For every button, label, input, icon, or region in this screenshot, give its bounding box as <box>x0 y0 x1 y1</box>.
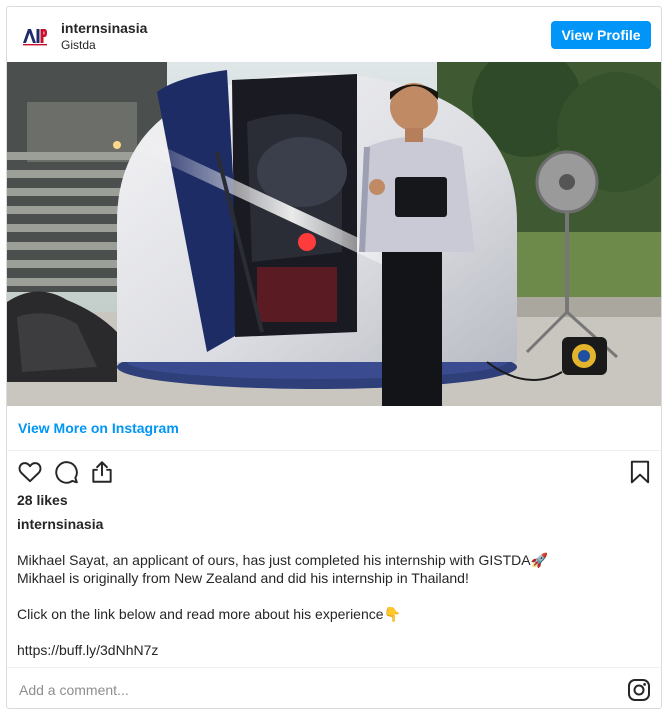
comment-icon[interactable] <box>53 459 79 485</box>
post-header: internsinasia Gistda View Profile <box>7 7 661 63</box>
view-profile-button[interactable]: View Profile <box>551 21 651 49</box>
caption-line: Click on the link below and read more ab… <box>17 606 401 622</box>
share-icon[interactable] <box>89 459 115 485</box>
instagram-icon[interactable] <box>627 678 651 702</box>
post-photo[interactable] <box>7 62 661 406</box>
bookmark-icon[interactable] <box>627 459 653 485</box>
caption-line: Mikhael Sayat, an applicant of ours, has… <box>17 552 549 568</box>
account-subtitle: Gistda <box>61 38 96 52</box>
comment-input[interactable] <box>17 678 581 702</box>
caption-text: Mikhael Sayat, an applicant of ours, has… <box>17 551 637 659</box>
divider <box>7 450 661 451</box>
caption-line: Mikhael is originally from New Zealand a… <box>17 570 469 586</box>
caption-link[interactable]: https://buff.ly/3dNhN7z <box>17 641 637 659</box>
view-more-on-instagram-link[interactable]: View More on Instagram <box>18 420 179 436</box>
account-logo-icon[interactable] <box>21 22 49 50</box>
heart-icon[interactable] <box>17 459 43 485</box>
comment-bar <box>7 667 661 710</box>
account-name[interactable]: internsinasia <box>61 20 147 36</box>
instagram-embed-card: internsinasia Gistda View Profile View M… <box>6 6 662 709</box>
post-actions <box>17 459 653 485</box>
caption-username[interactable]: internsinasia <box>17 516 103 532</box>
likes-count[interactable]: 28 likes <box>17 492 68 508</box>
